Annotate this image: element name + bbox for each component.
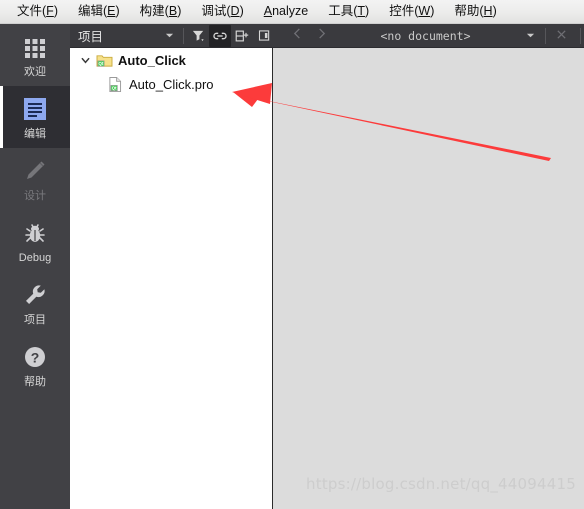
tree-node-label: Auto_Click (118, 52, 186, 68)
menu-item-file[interactable]: 文件(F) (8, 1, 67, 22)
link-icon[interactable] (209, 24, 231, 47)
sidebar-item-label: Debug (18, 251, 52, 264)
sidebar-item-label: 设计 (24, 189, 46, 202)
back-button[interactable] (285, 24, 309, 48)
menu-item-edit[interactable]: 编辑(E) (69, 1, 129, 22)
current-document-label: <no document> (380, 28, 471, 43)
split-add-icon[interactable] (231, 25, 253, 47)
project-toolbar: 项目 <no document> (70, 24, 584, 48)
menu-item-analyze[interactable]: Analyze (255, 1, 317, 22)
toolbar-separator (183, 27, 184, 44)
chevron-down-icon[interactable] (76, 55, 94, 66)
menu-bar: 文件(F) 编辑(E) 构建(B) 调试(D) Analyze 工具(T) 控件… (0, 0, 584, 24)
project-selector-combo[interactable]: 项目 (70, 24, 180, 48)
tree-node-label: Auto_Click.pro (129, 76, 214, 92)
forward-button[interactable] (309, 24, 333, 48)
document-dropdown-button[interactable] (518, 24, 542, 48)
qt-profile-icon: Qt (105, 76, 125, 93)
wrench-icon (21, 281, 49, 309)
menu-item-tools[interactable]: 工具(T) (319, 1, 378, 22)
svg-text:?: ? (31, 349, 40, 365)
document-lines-icon (21, 95, 49, 123)
menu-item-debug[interactable]: 调试(D) (192, 1, 252, 22)
qt-folder-icon: Qt (94, 53, 114, 68)
svg-text:Qt: Qt (111, 85, 116, 90)
tree-row-project[interactable]: Qt Auto_Click (70, 48, 272, 72)
sidebar-item-design[interactable]: 设计 (0, 148, 70, 210)
sidebar-item-project[interactable]: 项目 (0, 272, 70, 334)
close-icon (556, 27, 567, 45)
menu-item-widgets[interactable]: 控件(W) (380, 1, 443, 22)
pencil-icon (21, 157, 49, 185)
project-selector-label: 项目 (78, 30, 104, 44)
chevron-left-icon (292, 27, 303, 45)
menu-item-build[interactable]: 构建(B) (131, 1, 191, 22)
watermark-text: https://blog.csdn.net/qq_44094415 (306, 475, 576, 493)
activity-bar: 欢迎 编辑 设计 Debug 项目 ? 帮助 (0, 24, 70, 509)
sidebar-item-debug[interactable]: Debug (0, 210, 70, 272)
sidebar-item-label: 帮助 (24, 375, 46, 388)
sidebar-item-help[interactable]: ? 帮助 (0, 334, 70, 396)
sidebar-item-welcome[interactable]: 欢迎 (0, 24, 70, 86)
bug-icon (21, 219, 49, 247)
chevron-right-icon (316, 27, 327, 45)
close-pane-icon[interactable] (253, 25, 275, 47)
chevron-down-icon (526, 27, 535, 45)
sidebar-item-label: 编辑 (24, 127, 46, 140)
menu-item-help[interactable]: 帮助(H) (445, 1, 505, 22)
toolbar-separator (580, 27, 581, 44)
sidebar-item-label: 项目 (24, 313, 46, 326)
document-close-button[interactable] (549, 24, 573, 48)
tree-row-pro-file[interactable]: Qt Auto_Click.pro (70, 72, 272, 96)
editor-area[interactable]: https://blog.csdn.net/qq_44094415 (274, 48, 584, 509)
chevron-down-icon (165, 27, 174, 45)
question-circle-icon: ? (21, 343, 49, 371)
svg-text:Qt: Qt (98, 61, 103, 66)
sidebar-item-edit[interactable]: 编辑 (0, 86, 70, 148)
project-tree[interactable]: Qt Auto_Click Qt Auto_Click.pro (70, 48, 273, 509)
filter-icon[interactable] (187, 25, 209, 47)
sidebar-item-label: 欢迎 (24, 65, 46, 78)
toolbar-separator (545, 27, 546, 44)
grid-icon (21, 33, 49, 61)
